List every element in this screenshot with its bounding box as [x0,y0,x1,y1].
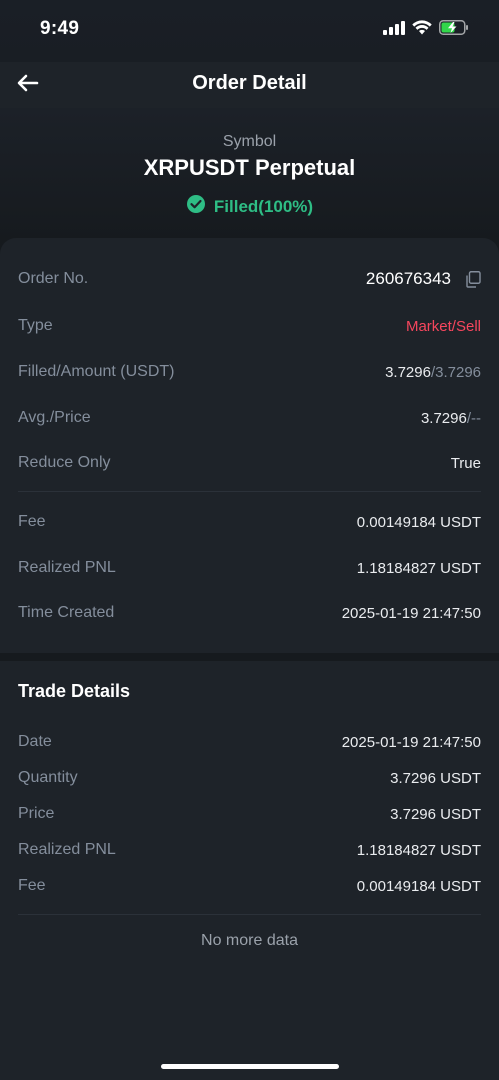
time-created-value: 2025-01-19 21:47:50 [341,604,481,622]
order-header: Symbol XRPUSDT Perpetual Filled(100%) [0,108,499,243]
status-bar: 9:49 [0,0,499,58]
wifi-icon [412,20,432,40]
check-circle-icon [186,194,206,219]
fee-row: Fee 0.00149184 USDT [18,510,481,534]
avg-price-row: Avg./Price 3.7296/-- [18,406,481,430]
order-no-label: Order No. [18,270,89,287]
divider [18,914,481,915]
status-icons [383,20,469,40]
order-no-value-group: 260676343 [366,269,481,289]
realized-pnl-value: 1.18184827 USDT [356,559,481,577]
trade-date-label: Date [18,733,52,750]
signal-icon [383,20,405,40]
filled-value: 3.7296 [385,363,431,381]
order-detail-screen: 9:49 Order Detail Symbol XRPUSDT Perpetu… [0,0,499,1080]
navbar: Order Detail [0,62,499,108]
home-indicator[interactable] [161,1064,339,1069]
no-more-data-text: No more data [201,932,298,949]
symbol-label: Symbol [222,133,277,150]
price-value: /-- [466,409,481,427]
avg-value: 3.7296 [420,409,467,427]
order-no-value: 260676343 [365,269,451,288]
section-separator [0,653,499,661]
filled-amount-row: Filled/Amount (USDT) 3.7296/3.7296 [18,360,481,384]
avg-price-value: 3.7296/-- [421,410,481,427]
filled-amount-value: 3.7296/3.7296 [385,364,481,381]
trade-quantity-value: 3.7296 USDT [390,769,481,787]
trade-details-title: Trade Details [18,681,131,701]
trade-fee-value: 0.00149184 USDT [356,877,481,895]
fee-label: Fee [18,513,46,530]
reduce-only-value: True [450,454,481,472]
trade-row: Price 3.7296 USDT [18,802,481,826]
status-time: 9:49 [40,18,80,39]
trade-row: Realized PNL 1.18184827 USDT [18,838,481,862]
filled-amount-label: Filled/Amount (USDT) [18,363,175,380]
reduce-only-row: Reduce Only True [18,451,481,475]
symbol-name: XRPUSDT Perpetual [143,155,356,180]
realized-pnl-row: Realized PNL 1.18184827 USDT [18,556,481,580]
trade-details-card: Trade Details Date 2025-01-19 21:47:50 Q… [0,661,499,1080]
page-title: Order Detail [192,72,307,94]
realized-pnl-label: Realized PNL [18,559,116,576]
time-created-label: Time Created [18,604,115,621]
trade-price-label: Price [18,805,55,822]
amount-value: /3.7296 [430,363,481,381]
trade-row: Quantity 3.7296 USDT [18,766,481,790]
trade-realized-pnl-label: Realized PNL [18,841,116,858]
time-created-row: Time Created 2025-01-19 21:47:50 [18,601,481,625]
status-text: Filled(100%) [213,196,314,216]
trade-quantity-label: Quantity [18,769,78,786]
trade-date-value: 2025-01-19 21:47:50 [341,733,481,751]
order-info-card: Order No. 260676343 Type Market/Sell Fil… [0,238,499,656]
trade-fee-label: Fee [18,877,46,894]
type-value: Market/Sell [405,317,481,335]
trade-price-value: 3.7296 USDT [390,805,481,823]
battery-charging-icon [439,20,469,40]
trade-row: Fee 0.00149184 USDT [18,874,481,898]
fee-value: 0.00149184 USDT [356,513,481,531]
type-row: Type Market/Sell [18,314,481,338]
divider [18,491,481,492]
avg-price-label: Avg./Price [18,409,91,426]
trade-row: Date 2025-01-19 21:47:50 [18,730,481,754]
order-no-row: Order No. 260676343 [18,267,481,291]
order-status: Filled(100%) [0,194,499,219]
trade-realized-pnl-value: 1.18184827 USDT [356,841,481,859]
type-label: Type [18,317,53,334]
reduce-only-label: Reduce Only [18,454,111,471]
copy-icon[interactable] [465,271,481,288]
